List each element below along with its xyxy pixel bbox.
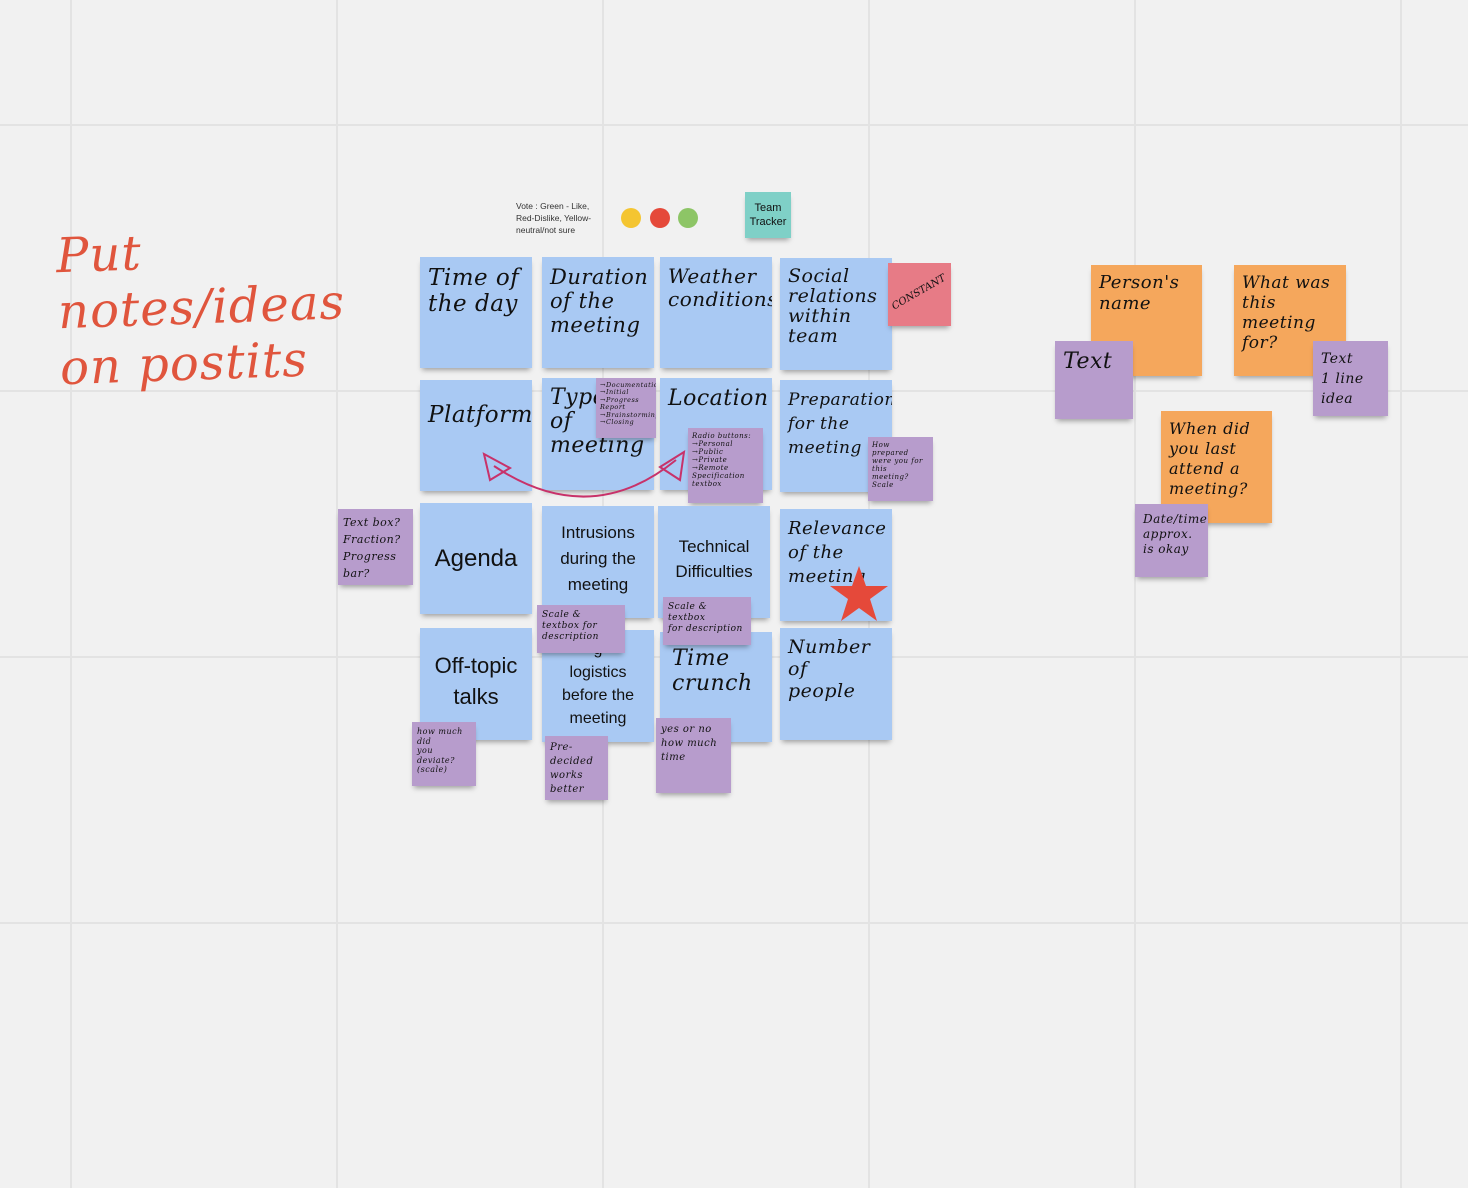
note-date-time[interactable]: Date/time approx. is okay <box>1135 504 1208 577</box>
note-label: When did you last attend a meeting? <box>1169 419 1251 498</box>
note-text-a[interactable]: Text <box>1055 341 1133 419</box>
note-agenda[interactable]: Agenda <box>420 503 532 614</box>
comment-text: Text box? Fraction? Progress bar? <box>343 516 401 580</box>
note-label: Intrusions during the meeting <box>560 523 636 594</box>
comment-text: Pre-decided works better <box>550 742 594 795</box>
comment-predecided[interactable]: Pre-decided works better <box>545 736 608 800</box>
comment-yes-no-time[interactable]: yes or no how much time <box>656 718 731 793</box>
comment-intrusions-scale[interactable]: Scale & textbox for description <box>537 605 625 653</box>
note-label: Agenda <box>434 544 518 572</box>
note-label: Text <box>1063 349 1113 374</box>
note-label: Text 1 line idea <box>1321 351 1364 407</box>
comment-technical-scale[interactable]: Scale & textbox for description <box>663 597 751 645</box>
comment-text: Scale & textbox for description <box>668 602 743 634</box>
comment-agenda-side[interactable]: Text box? Fraction? Progress bar? <box>338 509 413 585</box>
note-label: Technical Difficulties <box>675 537 753 581</box>
star-icon[interactable] <box>828 564 890 624</box>
note-label: Off-topic talks <box>434 653 518 709</box>
note-label: Person's name <box>1099 272 1180 314</box>
note-label: Date/time approx. is okay <box>1143 512 1208 556</box>
comment-text: Scale & textbox for description <box>542 610 599 642</box>
comment-deviate-scale[interactable]: how much did you deviate? (scale) <box>412 722 476 786</box>
note-text-b[interactable]: Text 1 line idea <box>1313 341 1388 416</box>
note-intrusions[interactable]: Intrusions during the meeting <box>542 506 654 618</box>
note-label: Number of people <box>788 636 871 702</box>
comment-text: yes or no how much time <box>661 724 718 763</box>
note-number-of-people[interactable]: Number of people <box>780 628 892 740</box>
comment-text: how much did you deviate? (scale) <box>417 727 463 775</box>
note-label: Time crunch <box>672 646 753 697</box>
